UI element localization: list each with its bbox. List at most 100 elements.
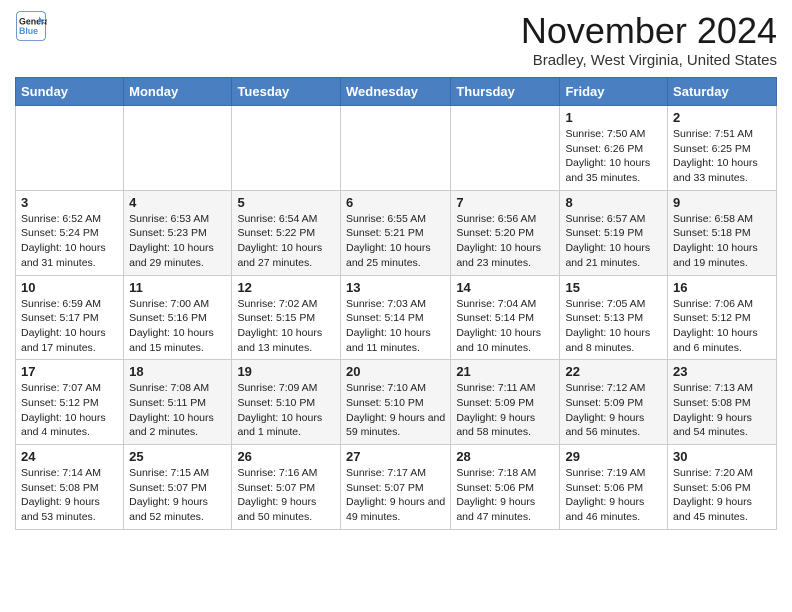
calendar-cell: 23 Sunrise: 7:13 AM Sunset: 5:08 PM Dayli…: [668, 360, 777, 445]
calendar-cell: 6 Sunrise: 6:55 AM Sunset: 5:21 PM Daylig…: [340, 190, 450, 275]
day-number: 9: [673, 195, 771, 210]
day-number: 10: [21, 280, 118, 295]
weekday-header: Wednesday: [340, 78, 450, 106]
calendar-cell: 7 Sunrise: 6:56 AM Sunset: 5:20 PM Daylig…: [451, 190, 560, 275]
day-number: 20: [346, 364, 445, 379]
weekday-header: Tuesday: [232, 78, 341, 106]
calendar-cell: 5Sunrise: 6:54 AM Sunset: 5:22 PM Daylig…: [232, 190, 341, 275]
calendar-cell: 12 Sunrise: 7:02 AM Sunset: 5:15 PM Dayli…: [232, 275, 341, 360]
svg-text:Blue: Blue: [19, 26, 38, 36]
day-number: 14: [456, 280, 554, 295]
day-info: Sunrise: 6:59 AM Sunset: 5:17 PM Dayligh…: [21, 297, 118, 356]
day-info: Sunrise: 7:15 AM Sunset: 5:07 PM Dayligh…: [129, 466, 226, 525]
calendar-cell: 3 Sunrise: 6:52 AM Sunset: 5:24 PM Daylig…: [16, 190, 124, 275]
day-number: 24: [21, 449, 118, 464]
day-info: Sunrise: 7:50 AM Sunset: 6:26 PM Dayligh…: [565, 127, 662, 186]
calendar-header-row: SundayMondayTuesdayWednesdayThursdayFrid…: [16, 78, 777, 106]
calendar-cell: [232, 106, 341, 191]
day-number: 15: [565, 280, 662, 295]
day-info: Sunrise: 7:13 AM Sunset: 5:08 PM Dayligh…: [673, 381, 771, 440]
day-number: 17: [21, 364, 118, 379]
day-info: Sunrise: 7:09 AM Sunset: 5:10 PM Dayligh…: [237, 381, 335, 440]
calendar-cell: 19 Sunrise: 7:09 AM Sunset: 5:10 PM Dayli…: [232, 360, 341, 445]
day-info: Sunrise: 7:11 AM Sunset: 5:09 PM Dayligh…: [456, 381, 554, 440]
weekday-header: Thursday: [451, 78, 560, 106]
day-info: Sunrise: 7:14 AM Sunset: 5:08 PM Dayligh…: [21, 466, 118, 525]
calendar-cell: 20 Sunrise: 7:10 AM Sunset: 5:10 PM Dayli…: [340, 360, 450, 445]
calendar-cell: 1 Sunrise: 7:50 AM Sunset: 6:26 PM Daylig…: [560, 106, 668, 191]
calendar-cell: 28Sunrise: 7:18 AM Sunset: 5:06 PM Dayli…: [451, 445, 560, 530]
day-info: Sunrise: 7:02 AM Sunset: 5:15 PM Dayligh…: [237, 297, 335, 356]
day-number: 30: [673, 449, 771, 464]
day-info: Sunrise: 7:08 AM Sunset: 5:11 PM Dayligh…: [129, 381, 226, 440]
calendar-week-row: 17 Sunrise: 7:07 AM Sunset: 5:12 PM Dayli…: [16, 360, 777, 445]
day-info: Sunrise: 7:10 AM Sunset: 5:10 PM Dayligh…: [346, 381, 445, 440]
calendar-cell: 8 Sunrise: 6:57 AM Sunset: 5:19 PM Daylig…: [560, 190, 668, 275]
day-number: 12: [237, 280, 335, 295]
month-title: November 2024: [521, 10, 777, 52]
day-number: 25: [129, 449, 226, 464]
calendar-cell: 2 Sunrise: 7:51 AM Sunset: 6:25 PM Daylig…: [668, 106, 777, 191]
weekday-header: Friday: [560, 78, 668, 106]
calendar-cell: 25 Sunrise: 7:15 AM Sunset: 5:07 PM Dayli…: [124, 445, 232, 530]
day-info: Sunrise: 7:06 AM Sunset: 5:12 PM Dayligh…: [673, 297, 771, 356]
day-number: 23: [673, 364, 771, 379]
day-number: 16: [673, 280, 771, 295]
day-info: Sunrise: 6:56 AM Sunset: 5:20 PM Dayligh…: [456, 212, 554, 271]
weekday-header: Saturday: [668, 78, 777, 106]
day-info: Sunrise: 7:07 AM Sunset: 5:12 PM Dayligh…: [21, 381, 118, 440]
weekday-header: Monday: [124, 78, 232, 106]
calendar-week-row: 3 Sunrise: 6:52 AM Sunset: 5:24 PM Daylig…: [16, 190, 777, 275]
day-info: Sunrise: 6:54 AM Sunset: 5:22 PM Dayligh…: [237, 212, 335, 271]
day-number: 21: [456, 364, 554, 379]
day-info: Sunrise: 6:53 AM Sunset: 5:23 PM Dayligh…: [129, 212, 226, 271]
day-number: 7: [456, 195, 554, 210]
day-info: Sunrise: 6:55 AM Sunset: 5:21 PM Dayligh…: [346, 212, 445, 271]
calendar-cell: 30 Sunrise: 7:20 AM Sunset: 5:06 PM Dayli…: [668, 445, 777, 530]
day-info: Sunrise: 6:52 AM Sunset: 5:24 PM Dayligh…: [21, 212, 118, 271]
calendar-cell: 26Sunrise: 7:16 AM Sunset: 5:07 PM Dayli…: [232, 445, 341, 530]
day-number: 29: [565, 449, 662, 464]
day-number: 3: [21, 195, 118, 210]
calendar-cell: 13 Sunrise: 7:03 AM Sunset: 5:14 PM Dayli…: [340, 275, 450, 360]
weekday-header: Sunday: [16, 78, 124, 106]
day-info: Sunrise: 7:18 AM Sunset: 5:06 PM Dayligh…: [456, 466, 554, 525]
day-number: 26: [237, 449, 335, 464]
calendar-cell: 29 Sunrise: 7:19 AM Sunset: 5:06 PM Dayli…: [560, 445, 668, 530]
day-info: Sunrise: 7:17 AM Sunset: 5:07 PM Dayligh…: [346, 466, 445, 525]
calendar-cell: [16, 106, 124, 191]
day-info: Sunrise: 7:00 AM Sunset: 5:16 PM Dayligh…: [129, 297, 226, 356]
calendar-cell: 27Sunrise: 7:17 AM Sunset: 5:07 PM Dayli…: [340, 445, 450, 530]
location: Bradley, West Virginia, United States: [521, 52, 777, 69]
calendar-cell: [340, 106, 450, 191]
calendar-cell: [124, 106, 232, 191]
day-info: Sunrise: 6:57 AM Sunset: 5:19 PM Dayligh…: [565, 212, 662, 271]
day-info: Sunrise: 7:05 AM Sunset: 5:13 PM Dayligh…: [565, 297, 662, 356]
title-block: November 2024 Bradley, West Virginia, Un…: [521, 10, 777, 69]
day-number: 19: [237, 364, 335, 379]
calendar-week-row: 1 Sunrise: 7:50 AM Sunset: 6:26 PM Daylig…: [16, 106, 777, 191]
day-info: Sunrise: 7:03 AM Sunset: 5:14 PM Dayligh…: [346, 297, 445, 356]
day-number: 6: [346, 195, 445, 210]
calendar: SundayMondayTuesdayWednesdayThursdayFrid…: [15, 77, 777, 530]
page-header: General Blue November 2024 Bradley, West…: [15, 10, 777, 69]
calendar-cell: 4Sunrise: 6:53 AM Sunset: 5:23 PM Daylig…: [124, 190, 232, 275]
day-info: Sunrise: 6:58 AM Sunset: 5:18 PM Dayligh…: [673, 212, 771, 271]
calendar-cell: 17 Sunrise: 7:07 AM Sunset: 5:12 PM Dayli…: [16, 360, 124, 445]
calendar-week-row: 10 Sunrise: 6:59 AM Sunset: 5:17 PM Dayli…: [16, 275, 777, 360]
day-info: Sunrise: 7:20 AM Sunset: 5:06 PM Dayligh…: [673, 466, 771, 525]
calendar-cell: 11Sunrise: 7:00 AM Sunset: 5:16 PM Dayli…: [124, 275, 232, 360]
day-number: 2: [673, 110, 771, 125]
day-number: 13: [346, 280, 445, 295]
calendar-cell: 10 Sunrise: 6:59 AM Sunset: 5:17 PM Dayli…: [16, 275, 124, 360]
calendar-cell: 21 Sunrise: 7:11 AM Sunset: 5:09 PM Dayli…: [451, 360, 560, 445]
logo-icon: General Blue: [15, 10, 47, 42]
day-info: Sunrise: 7:19 AM Sunset: 5:06 PM Dayligh…: [565, 466, 662, 525]
calendar-cell: 16 Sunrise: 7:06 AM Sunset: 5:12 PM Dayli…: [668, 275, 777, 360]
calendar-cell: [451, 106, 560, 191]
day-number: 1: [565, 110, 662, 125]
day-number: 8: [565, 195, 662, 210]
day-info: Sunrise: 7:12 AM Sunset: 5:09 PM Dayligh…: [565, 381, 662, 440]
day-info: Sunrise: 7:51 AM Sunset: 6:25 PM Dayligh…: [673, 127, 771, 186]
day-number: 18: [129, 364, 226, 379]
